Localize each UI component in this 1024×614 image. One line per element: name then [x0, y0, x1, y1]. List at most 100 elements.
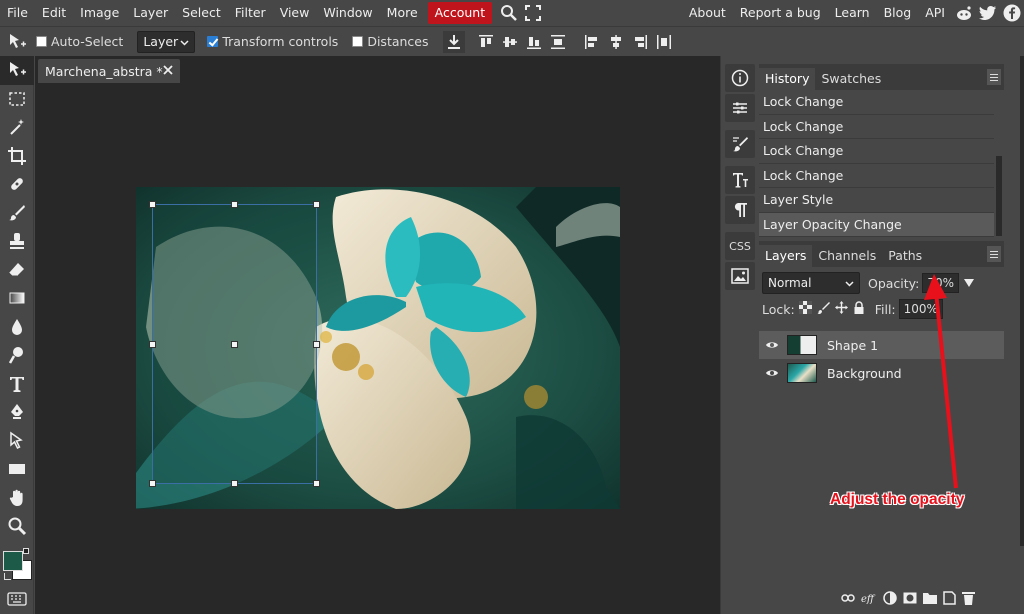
lock-transparency-icon[interactable]	[798, 301, 812, 317]
facebook-icon[interactable]	[1003, 4, 1021, 22]
download-icon[interactable]	[442, 30, 465, 53]
transform-handle[interactable]	[231, 480, 238, 487]
document-tab[interactable]: Marchena_abstra *	[38, 59, 180, 83]
align-center-icon[interactable]	[605, 31, 627, 53]
tab-paths[interactable]: Paths	[882, 245, 928, 267]
menu-filter[interactable]: Filter	[228, 2, 273, 24]
transform-handle[interactable]	[313, 341, 320, 348]
strip-collapse[interactable]	[721, 56, 759, 64]
align-right-icon[interactable]	[629, 31, 651, 53]
history-item[interactable]: Lock Change	[759, 90, 994, 115]
eraser-tool[interactable]	[0, 256, 34, 285]
distribute-horizontal-icon[interactable]	[653, 31, 675, 53]
twitter-icon[interactable]	[979, 4, 997, 22]
new-layer-icon[interactable]	[943, 591, 956, 608]
history-item[interactable]: Lock Change	[759, 139, 994, 164]
blur-tool[interactable]	[0, 313, 34, 342]
pen-tool[interactable]	[0, 398, 34, 427]
auto-select-box[interactable]	[36, 36, 47, 47]
align-left-icon[interactable]	[581, 31, 603, 53]
zoom-tool[interactable]	[0, 512, 34, 541]
right-scrollbar[interactable]	[1020, 56, 1024, 546]
search-icon[interactable]	[498, 2, 520, 24]
transform-controls-checkbox[interactable]: Transform controls	[207, 34, 338, 49]
tab-layers[interactable]: Layers	[759, 245, 813, 267]
align-middle-icon[interactable]	[499, 31, 521, 53]
menu-api[interactable]: API	[918, 2, 952, 24]
info-icon[interactable]	[725, 64, 755, 92]
adjustments-icon[interactable]	[725, 94, 755, 122]
account-button[interactable]: Account	[427, 2, 493, 24]
css-icon[interactable]: CSS	[725, 232, 755, 260]
brush-tool[interactable]	[0, 199, 34, 228]
panel-collapse-bar[interactable]	[759, 56, 1004, 64]
align-bottom-icon[interactable]	[523, 31, 545, 53]
menu-edit[interactable]: Edit	[35, 2, 73, 24]
magic-wand-tool[interactable]	[0, 113, 34, 142]
distances-checkbox[interactable]: Distances	[352, 34, 429, 49]
link-icon[interactable]	[841, 592, 855, 607]
menu-file[interactable]: File	[0, 2, 35, 24]
menu-layer[interactable]: Layer	[126, 2, 175, 24]
transform-handle[interactable]	[149, 341, 156, 348]
foreground-color-swatch[interactable]	[3, 550, 23, 571]
auto-select-checkbox[interactable]: Auto-Select	[36, 34, 123, 49]
swap-colors-icon[interactable]	[4, 572, 11, 580]
distances-box[interactable]	[352, 36, 364, 47]
keyboard-icon[interactable]	[0, 585, 34, 614]
tab-swatches[interactable]: Swatches	[815, 68, 887, 90]
transform-handle[interactable]	[313, 201, 320, 208]
gradient-tool[interactable]	[0, 284, 34, 313]
menu-learn[interactable]: Learn	[828, 2, 877, 24]
image-icon[interactable]	[725, 262, 755, 290]
menu-select[interactable]: Select	[175, 2, 228, 24]
blend-mode-select[interactable]: Normal	[762, 272, 860, 294]
history-item[interactable]: Layer Opacity Change	[759, 212, 994, 237]
trash-icon[interactable]	[962, 591, 975, 608]
layers-panel-menu-icon[interactable]	[987, 246, 1001, 262]
brush-settings-icon[interactable]	[725, 130, 755, 158]
rectangle-tool[interactable]	[0, 455, 34, 484]
menu-blog[interactable]: Blog	[877, 2, 919, 24]
menu-report-bug[interactable]: Report a bug	[733, 2, 828, 24]
transform-handle[interactable]	[231, 201, 238, 208]
stamp-tool[interactable]	[0, 227, 34, 256]
lock-all-icon[interactable]	[853, 301, 865, 317]
transform-handle[interactable]	[313, 480, 320, 487]
default-colors-icon[interactable]	[23, 547, 29, 554]
paragraph-icon[interactable]	[725, 196, 755, 224]
transform-handle[interactable]	[149, 201, 156, 208]
crop-tool[interactable]	[0, 142, 34, 171]
history-item[interactable]: Lock Change	[759, 115, 994, 139]
history-panel-menu-icon[interactable]	[987, 69, 1001, 85]
transform-handle[interactable]	[149, 480, 156, 487]
marquee-tool[interactable]	[0, 85, 34, 114]
hand-tool[interactable]	[0, 484, 34, 513]
menu-more[interactable]: More	[380, 2, 425, 24]
eye-icon[interactable]	[765, 338, 779, 352]
tab-history[interactable]: History	[759, 68, 816, 90]
dodge-tool[interactable]	[0, 341, 34, 370]
menu-image[interactable]: Image	[73, 2, 126, 24]
history-item[interactable]: Layer Style	[759, 188, 994, 213]
transform-controls-box[interactable]	[207, 36, 219, 47]
mask-icon[interactable]	[903, 592, 917, 607]
lock-pixels-icon[interactable]	[816, 301, 830, 317]
path-select-tool[interactable]	[0, 427, 34, 456]
align-top-icon[interactable]	[475, 31, 497, 53]
transform-handle[interactable]	[231, 341, 238, 348]
layer-select[interactable]: Layer	[137, 30, 196, 53]
tab-channels[interactable]: Channels	[812, 245, 882, 267]
history-item[interactable]: Lock Change	[759, 164, 994, 188]
menu-about[interactable]: About	[682, 2, 733, 24]
folder-icon[interactable]	[923, 592, 937, 607]
history-scrollbar[interactable]	[996, 156, 1002, 236]
healing-tool[interactable]	[0, 170, 34, 199]
menu-view[interactable]: View	[273, 2, 317, 24]
adjustment-layer-icon[interactable]	[883, 591, 897, 608]
distribute-vertical-icon[interactable]	[547, 31, 569, 53]
eye-icon[interactable]	[765, 366, 779, 380]
reddit-icon[interactable]	[955, 4, 973, 22]
character-icon[interactable]	[725, 166, 755, 194]
shape-layer-bounds[interactable]	[149, 201, 320, 487]
